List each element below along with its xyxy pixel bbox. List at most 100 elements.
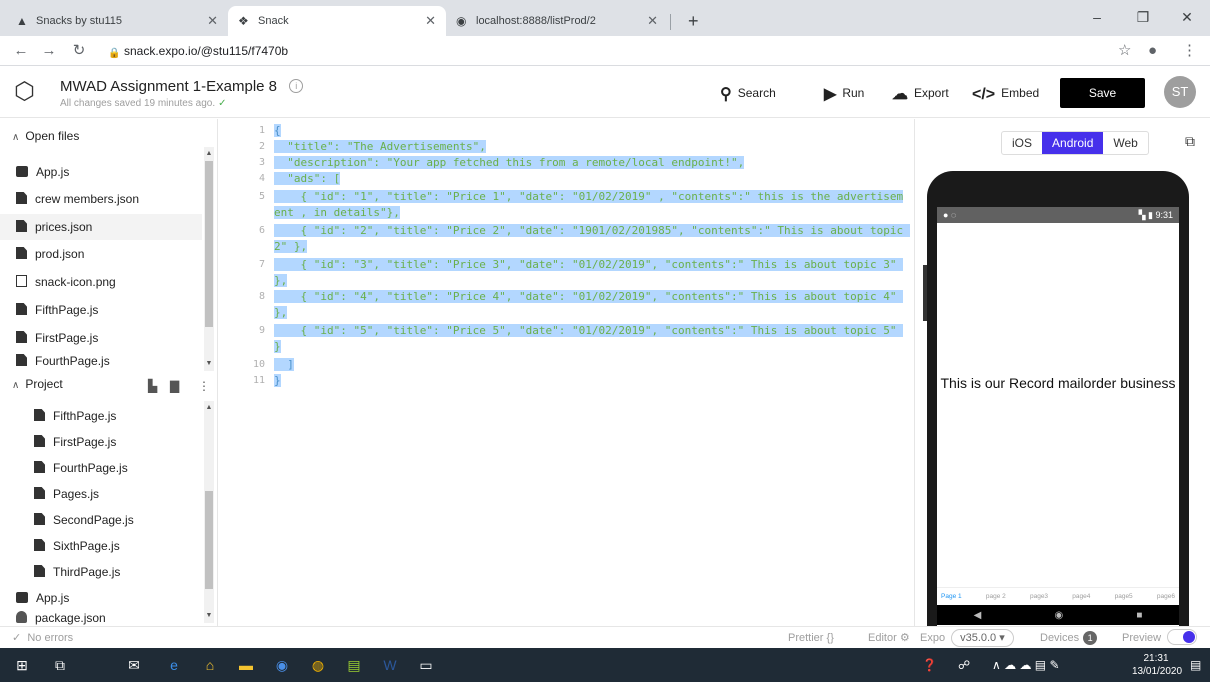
help-tray-icon[interactable]: ❓ [922,648,937,682]
edge-icon[interactable]: e [164,655,184,675]
app-tab-page2[interactable]: page 2 [986,588,1006,605]
platform-tab-ios[interactable]: iOS [1002,132,1042,154]
open-files-scrollbar[interactable]: ▲ ▼ [204,147,214,371]
app-tab-page6[interactable]: page6 [1157,588,1175,605]
embed-button[interactable]: </> Embed [972,84,1039,103]
back-icon[interactable]: ← [10,40,32,62]
editor-settings[interactable]: Editor ⚙ [868,627,910,649]
browser-tab-snacks[interactable]: ▲ Snacks by stu115 ✕ [6,6,228,36]
taskbar-clock[interactable]: 21:31 13/01/2020 [1132,652,1182,678]
reload-icon[interactable]: ↻ [68,40,90,62]
platform-tab-android[interactable]: Android [1042,132,1104,154]
app-tab-page3[interactable]: page3 [1030,588,1048,605]
preview-switch[interactable] [1167,629,1198,645]
browser-tab-snack[interactable]: ❖ Snack ✕ [228,6,446,36]
open-file-item[interactable]: FirstPage.js [16,325,202,351]
scroll-down-icon[interactable]: ▼ [204,359,214,369]
preview-toggle[interactable]: Preview [1122,627,1198,649]
project-scrollbar[interactable]: ▲ ▼ [204,401,214,623]
open-external-icon[interactable]: ⧉ [1185,133,1195,150]
task-view-icon[interactable]: ⧉ [50,655,70,675]
open-files-header[interactable]: ∧ Open files [0,125,217,147]
open-file-item[interactable]: snack-icon.png [16,269,202,295]
tray-icons[interactable]: ∧ ☁ ☁ ▤ ✎ [992,648,1060,682]
open-file-item[interactable]: crew members.json [16,186,202,212]
app-tab-page1[interactable]: Page 1 [941,588,962,605]
mail-icon[interactable]: ✉ [124,655,144,675]
phone-screen[interactable]: ● ◌ ▚ ▮ 9:31 This is our Record mailorde… [937,207,1179,637]
menu-kebab-icon[interactable]: ⋮ [1182,40,1197,62]
new-folder-icon[interactable]: ▇ [170,375,179,397]
more-options-icon[interactable]: ⋮ [198,375,210,397]
chrome-icon[interactable]: ◍ [308,655,328,675]
project-file-item[interactable]: FifthPage.js [34,403,202,429]
chevron-up-icon: ∧ [12,380,20,391]
project-file-item[interactable]: FirstPage.js [34,429,202,455]
project-title[interactable]: MWAD Assignment 1-Example 8 i [60,78,304,95]
project-file-item[interactable]: App.js [16,585,202,611]
snack-logo-icon[interactable]: ⬡ [14,78,40,106]
avatar[interactable]: ST [1164,76,1196,108]
url-input[interactable]: 🔒 snack.expo.io/@stu115/f7470b [108,40,1108,62]
project-file-item[interactable]: package.json [16,611,202,626]
people-tray-icon[interactable]: ☍ [958,648,970,682]
home-circle-icon[interactable]: ◉ [1054,610,1063,621]
close-tab-icon[interactable]: ✕ [647,6,658,36]
app-main-text: This is our Record mailorder business [940,375,1176,391]
info-icon[interactable]: i [289,79,304,93]
tab-title: Snacks by stu115 [36,15,123,27]
code-editor[interactable]: 1 2 3 4 5 6 7 8 9 10 11 { "title": "The … [219,119,913,626]
open-file-item[interactable]: FifthPage.js [16,297,202,323]
close-tab-icon[interactable]: ✕ [425,6,436,36]
app-tab-page5[interactable]: page5 [1115,588,1133,605]
project-file-item[interactable]: SecondPage.js [34,507,202,533]
recents-square-icon[interactable]: ■ [1136,610,1142,621]
app-circle-icon[interactable]: ◉ [272,655,292,675]
windows-start-icon[interactable]: ⊞ [12,655,32,675]
project-file-item[interactable]: Pages.js [34,481,202,507]
sdk-version-select[interactable]: v35.0.0 ▾ [951,629,1014,647]
store-icon[interactable]: ⌂ [200,655,220,675]
prettier-toggle[interactable]: Prettier {} [788,627,834,649]
devices-button[interactable]: Devices 1 [1040,627,1098,649]
minimize-icon[interactable]: – [1074,0,1120,36]
search-button[interactable]: ⚲ Search [720,84,776,103]
terminal-icon[interactable]: ▭ [416,655,436,675]
browser-tab-localhost[interactable]: ◉ localhost:8888/listProd/2 ✕ [446,6,668,36]
scroll-up-icon[interactable]: ▲ [204,403,214,413]
project-header[interactable]: ∧ Project [0,373,217,395]
file-icon [34,435,45,447]
open-file-item[interactable]: App.js [16,159,202,185]
expo-icon: ▲ [16,14,28,28]
open-file-item-selected[interactable]: prices.json [0,214,202,240]
project-file-item[interactable]: ThirdPage.js [34,559,202,585]
scrollbar-thumb[interactable] [205,161,213,327]
file-explorer-icon[interactable]: ▬ [236,655,256,675]
errors-status[interactable]: ✓ No errors [12,627,73,649]
project-file-item[interactable]: FourthPage.js [34,455,202,481]
close-tab-icon[interactable]: ✕ [207,6,218,36]
open-file-item[interactable]: FourthPage.js [16,353,202,369]
save-button[interactable]: Save [1060,78,1145,108]
scroll-up-icon[interactable]: ▲ [204,149,214,159]
profile-icon[interactable]: ● [1148,40,1157,62]
platform-tab-web[interactable]: Web [1103,132,1147,154]
word-icon[interactable]: W [380,655,400,675]
export-button[interactable]: ☁ Export [892,84,949,103]
notepad-plus-icon[interactable]: ▤ [344,655,364,675]
device-count-badge: 1 [1083,631,1098,645]
back-triangle-icon[interactable]: ◀ [974,610,982,621]
forward-icon[interactable]: → [38,40,60,62]
restore-icon[interactable]: ❐ [1120,0,1166,36]
bookmark-star-icon[interactable]: ☆ [1118,40,1131,62]
project-file-item[interactable]: SixthPage.js [34,533,202,559]
scroll-down-icon[interactable]: ▼ [204,611,214,621]
open-file-item[interactable]: prod.json [16,241,202,267]
new-tab-icon[interactable]: + [688,6,699,36]
scrollbar-thumb[interactable] [205,491,213,589]
new-file-icon[interactable]: ▙ [148,375,157,397]
close-window-icon[interactable]: ✕ [1164,0,1210,36]
notifications-icon[interactable]: ▤ [1190,648,1201,682]
run-button[interactable]: ▶ Run [824,84,864,103]
app-tab-page4[interactable]: page4 [1072,588,1090,605]
